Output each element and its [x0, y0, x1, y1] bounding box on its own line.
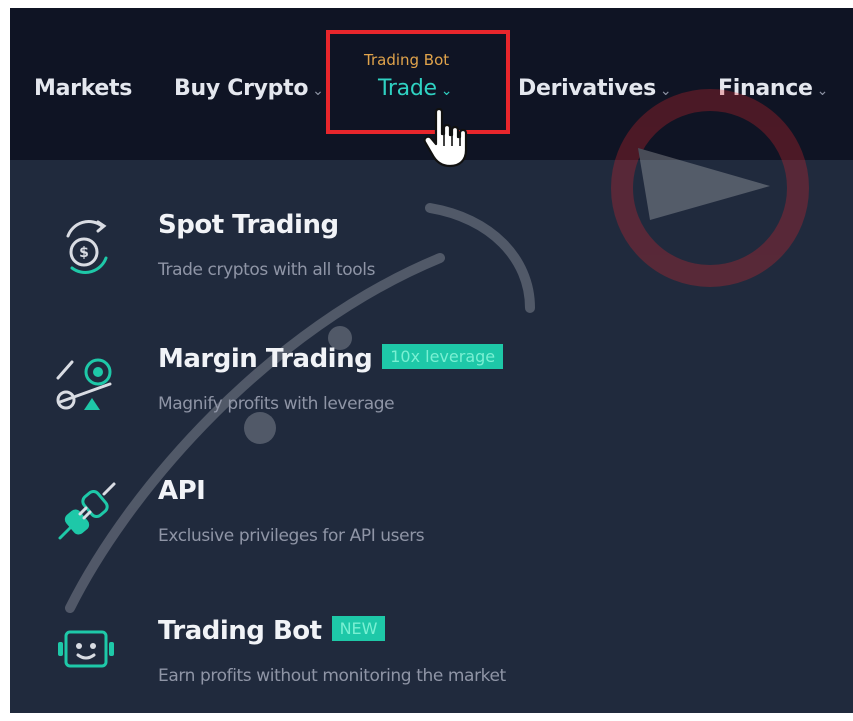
- new-tag: NEW: [331, 616, 386, 641]
- menu-item-description: Earn profits without monitoring the mark…: [158, 666, 506, 686]
- menu-item-api[interactable]: API Exclusive privileges for API users: [10, 476, 853, 586]
- menu-item-spot-trading[interactable]: $ Spot Trading Trade cryptos with all to…: [10, 210, 853, 320]
- nav-markets-label: Markets: [34, 76, 133, 101]
- api-title: API: [158, 476, 206, 506]
- menu-item-title: Trading Bot NEW: [158, 616, 386, 646]
- menu-item-description: Trade cryptos with all tools: [158, 260, 376, 280]
- menu-item-title: Margin Trading 10x leverage: [158, 344, 504, 374]
- leverage-tag: 10x leverage: [382, 344, 504, 369]
- trading-bot-title: Trading Bot: [158, 616, 322, 646]
- chevron-down-icon: ⌄: [312, 83, 324, 99]
- menu-item-margin-trading[interactable]: Margin Trading 10x leverage Magnify profi…: [10, 344, 853, 454]
- margin-trading-title: Margin Trading: [158, 344, 373, 374]
- svg-text:$: $: [79, 245, 89, 261]
- robot-icon: [58, 630, 114, 668]
- coin-exchange-icon: $: [66, 220, 108, 274]
- menu-item-title: API: [158, 476, 206, 506]
- menu-item-description: Exclusive privileges for API users: [158, 526, 425, 546]
- nav-buy-crypto-label: Buy Crypto: [174, 76, 309, 101]
- spot-trading-title: Spot Trading: [158, 210, 339, 240]
- nav-markets[interactable]: Markets: [34, 76, 132, 101]
- hand-pointer-cursor-icon: [423, 107, 468, 168]
- app-frame: Markets Buy Crypto ⌄ Trade ⌄ Trading Bot D…: [10, 8, 853, 713]
- menu-item-trading-bot[interactable]: Trading Bot NEW Earn profits without moni…: [10, 616, 853, 713]
- nav-buy-crypto[interactable]: Buy Crypto ⌄: [174, 76, 324, 101]
- highlight-box: [326, 30, 510, 134]
- nav-finance-label: Finance: [718, 76, 813, 101]
- nav-finance[interactable]: Finance ⌄: [718, 76, 828, 101]
- chevron-down-icon: ⌄: [659, 83, 672, 99]
- menu-item-title: Spot Trading: [158, 210, 339, 240]
- chevron-down-icon: ⌄: [816, 83, 829, 99]
- plug-connector-icon: [58, 482, 116, 540]
- menu-item-description: Magnify profits with leverage: [158, 394, 395, 414]
- balance-scale-icon: [56, 358, 112, 410]
- nav-derivatives-label: Derivatives: [518, 76, 656, 101]
- nav-derivatives[interactable]: Derivatives ⌄: [518, 76, 672, 101]
